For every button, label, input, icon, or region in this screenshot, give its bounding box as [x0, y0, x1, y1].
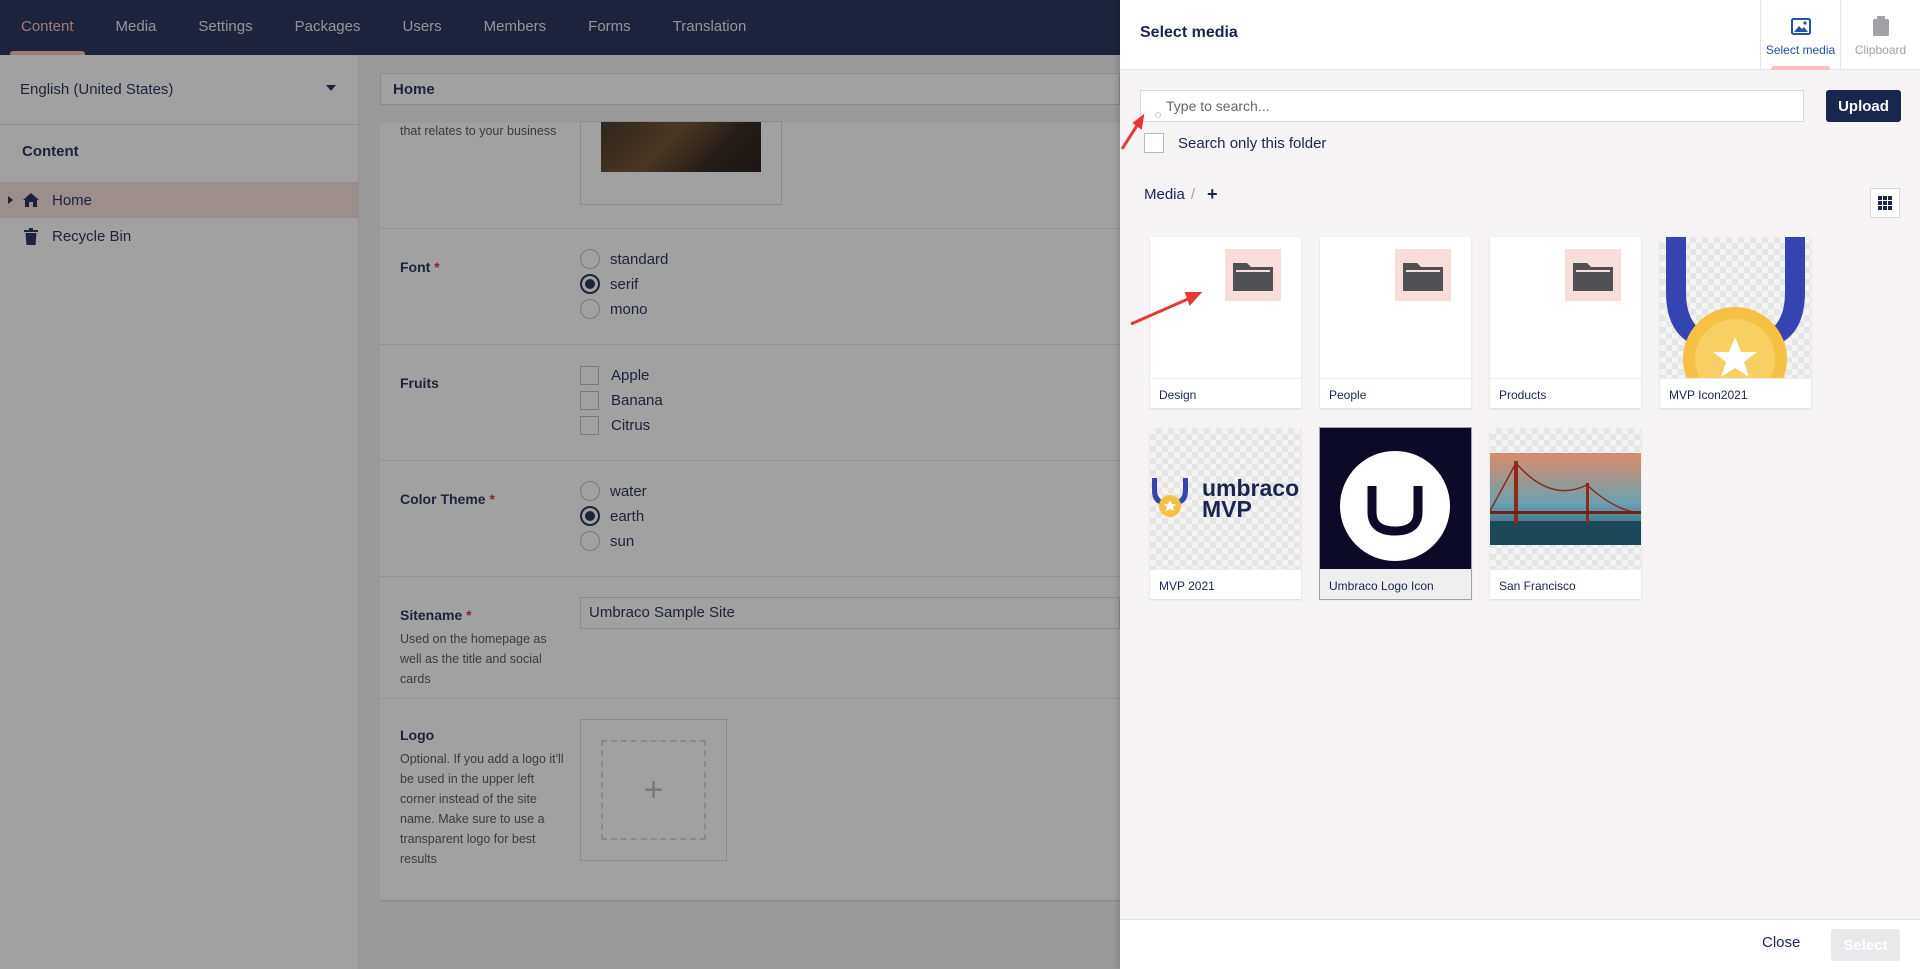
search-input[interactable] [1141, 91, 1803, 121]
media-item-name: Umbraco Logo Icon [1320, 569, 1471, 599]
media-item-san-francisco[interactable]: San Francisco [1490, 428, 1641, 599]
tab-label: Clipboard [1854, 43, 1907, 57]
close-button[interactable]: Close [1762, 934, 1800, 951]
media-item-mvp-icon2021[interactable]: MVP Icon2021 [1660, 237, 1811, 408]
tab-clipboard[interactable]: Clipboard [1840, 0, 1920, 70]
media-search[interactable] [1140, 90, 1804, 122]
media-item-name: Products [1490, 378, 1641, 408]
grid-icon [1878, 196, 1892, 210]
folder-icon [1225, 249, 1281, 301]
media-item-name: MVP Icon2021 [1660, 378, 1811, 408]
upload-button[interactable]: Upload [1826, 90, 1901, 122]
umbraco-logo-icon [1340, 451, 1450, 561]
dialog-header: Select media Select media Clipboard [1120, 0, 1920, 70]
checkbox[interactable] [1144, 133, 1164, 153]
search-only-folder-option[interactable]: Search only this folder [1144, 133, 1326, 153]
mvp-medal-small-image [1152, 478, 1188, 517]
breadcrumb: Media / + [1144, 184, 1218, 205]
media-item-umbraco-logo-icon[interactable]: Umbraco Logo Icon [1319, 427, 1472, 600]
media-item-name: Design [1150, 378, 1301, 408]
mvp-logo-text: umbraco MVP [1202, 475, 1300, 522]
umbraco-logo-image [1320, 428, 1471, 569]
breadcrumb-media[interactable]: Media [1144, 186, 1185, 203]
tab-label: Select media [1765, 43, 1836, 57]
dialog-tabs: Select media Clipboard [1760, 0, 1920, 70]
search-only-folder-label: Search only this folder [1178, 134, 1327, 152]
media-item-name: San Francisco [1490, 569, 1641, 599]
select-media-dialog: Select media Select media Clipboard Uplo… [1120, 0, 1920, 969]
golden-gate-photo [1490, 453, 1641, 545]
picture-icon [1790, 16, 1811, 36]
media-item-people[interactable]: People [1320, 237, 1471, 408]
search-icon [1155, 112, 1161, 118]
folder-icon [1395, 249, 1451, 301]
dialog-title: Select media [1140, 24, 1238, 41]
clipboard-icon [1871, 16, 1891, 36]
modal-backdrop[interactable] [0, 0, 1120, 969]
folder-icon [1565, 249, 1621, 301]
media-item-products[interactable]: Products [1490, 237, 1641, 408]
breadcrumb-separator: / [1190, 186, 1196, 203]
media-item-name: MVP 2021 [1150, 569, 1301, 599]
create-folder-button[interactable]: + [1207, 184, 1218, 205]
select-button[interactable]: Select [1831, 929, 1900, 961]
media-item-name: People [1320, 378, 1471, 408]
media-item-mvp-2021[interactable]: umbraco MVP MVP 2021 [1150, 428, 1301, 599]
dialog-footer: Close Select [1120, 919, 1920, 969]
tab-select-media[interactable]: Select media [1760, 0, 1840, 70]
media-item-design[interactable]: Design [1150, 237, 1301, 408]
grid-view-toggle[interactable] [1870, 188, 1900, 218]
mvp-medal-image [1666, 237, 1805, 378]
